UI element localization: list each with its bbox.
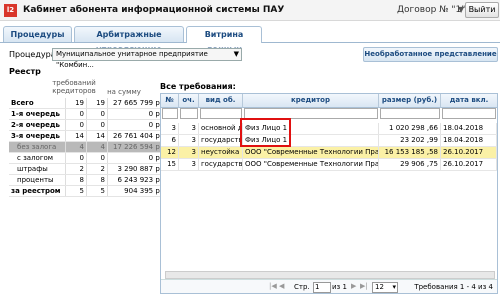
unprocessed-view-button[interactable]: Необработанное представление <box>363 47 498 62</box>
app-title: Кабинет абонента информационной системы … <box>23 5 285 15</box>
page-of-label: из 1 <box>332 283 347 291</box>
requirements-grid: № оч. вид об. кредитор размер (руб.) дат… <box>160 93 498 294</box>
col-header-num[interactable]: № <box>161 94 179 108</box>
registry-row: штрафы 2 2 3 290 887 р. <box>9 163 164 175</box>
per-page-select[interactable]: 12 ▾ <box>372 282 398 293</box>
registry-row: за реестром 5 5 904 395 р. <box>9 185 164 197</box>
col-header-queue[interactable]: оч. <box>179 94 199 108</box>
filter-queue-input[interactable] <box>180 108 198 119</box>
chevron-down-icon: ▼ <box>233 50 239 58</box>
horizontal-scrollbar[interactable] <box>165 271 495 279</box>
registry-row: 2-я очередь 0 0 0 р. <box>9 119 164 131</box>
filter-date-input[interactable] <box>442 108 496 119</box>
page-label: Стр. <box>294 283 310 291</box>
prev-page-icon[interactable]: ◀ <box>279 282 284 290</box>
registry-row: 3-я очередь 14 14 26 761 404 р. <box>9 130 164 142</box>
pager: |◀ ◀ Стр. 1 из 1 ▶ ▶| 12 ▾ Требования 1 -… <box>161 279 497 293</box>
pager-summary: Требования 1 - 4 из 4 <box>414 283 493 291</box>
registry-row: проценты 8 8 6 243 923 р. <box>9 174 164 186</box>
annotation-highlight-box <box>240 118 291 147</box>
registry-row-selected[interactable]: без залога 4 4 17 226 594 р. <box>9 141 164 153</box>
procedure-select-value: Муниципальное унитарное предприятие "Ком… <box>56 50 208 69</box>
registry-table: Всего 19 19 27 665 799 р. 1-я очередь 0 0 0 р.… <box>9 98 164 197</box>
registry-title: Реестр <box>9 67 41 76</box>
registry-col-sum: на сумму <box>107 88 141 96</box>
first-page-icon[interactable]: |◀ <box>269 282 277 290</box>
app-header: l2 Кабинет абонента информационной систе… <box>0 0 500 21</box>
procedure-label: Процедура: <box>9 50 59 59</box>
requirements-title: Все требования: <box>160 82 236 91</box>
tab-bar: Процедуры Арбитражные управляющие Витрин… <box>0 26 500 54</box>
table-row[interactable]: 3 3 основной д Физ Лицо 1 1 020 298 ,66 … <box>161 123 497 135</box>
procedure-select[interactable]: Муниципальное унитарное предприятие "Ком… <box>52 48 242 69</box>
col-header-type[interactable]: вид об. <box>199 94 243 108</box>
exit-button[interactable]: Выйти <box>465 2 499 18</box>
filter-num-input[interactable] <box>162 108 178 119</box>
table-row-selected[interactable]: 12 3 неустойка ООО "Современные Технолог… <box>161 147 497 159</box>
col-header-date[interactable]: дата вкл. <box>441 94 497 108</box>
chevron-down-icon[interactable]: ▼ <box>458 5 464 14</box>
registry-row: с залогом 0 0 0 р. <box>9 152 164 164</box>
next-page-icon[interactable]: ▶ <box>351 282 356 290</box>
filter-size-input[interactable] <box>380 108 440 119</box>
chevron-down-icon: ▾ <box>392 283 396 291</box>
registry-col-creditors: требований кредиторов <box>52 79 96 95</box>
registry-row: 1-я очередь 0 0 0 р. <box>9 108 164 120</box>
tab-procedures[interactable]: Процедуры <box>3 26 72 42</box>
last-page-icon[interactable]: ▶| <box>360 282 368 290</box>
filter-type-input[interactable] <box>200 108 242 119</box>
col-header-size[interactable]: размер (руб.) <box>379 94 441 108</box>
table-row[interactable]: 15 3 государств ООО "Современные Техноло… <box>161 159 497 171</box>
col-header-creditor[interactable]: кредитор <box>243 94 379 108</box>
contract-label[interactable]: Договор № "1" <box>397 5 465 15</box>
tab-data-showcase[interactable]: Витрина данных <box>186 26 262 54</box>
tab-arbitration-managers[interactable]: Арбитражные управляющие <box>74 26 184 54</box>
page-input[interactable]: 1 <box>313 282 331 293</box>
app-logo: l2 <box>4 4 17 17</box>
table-row[interactable]: 6 3 государств Физ Лицо 1 23 202 ,99 18.… <box>161 135 497 147</box>
registry-row: Всего 19 19 27 665 799 р. <box>9 98 164 109</box>
